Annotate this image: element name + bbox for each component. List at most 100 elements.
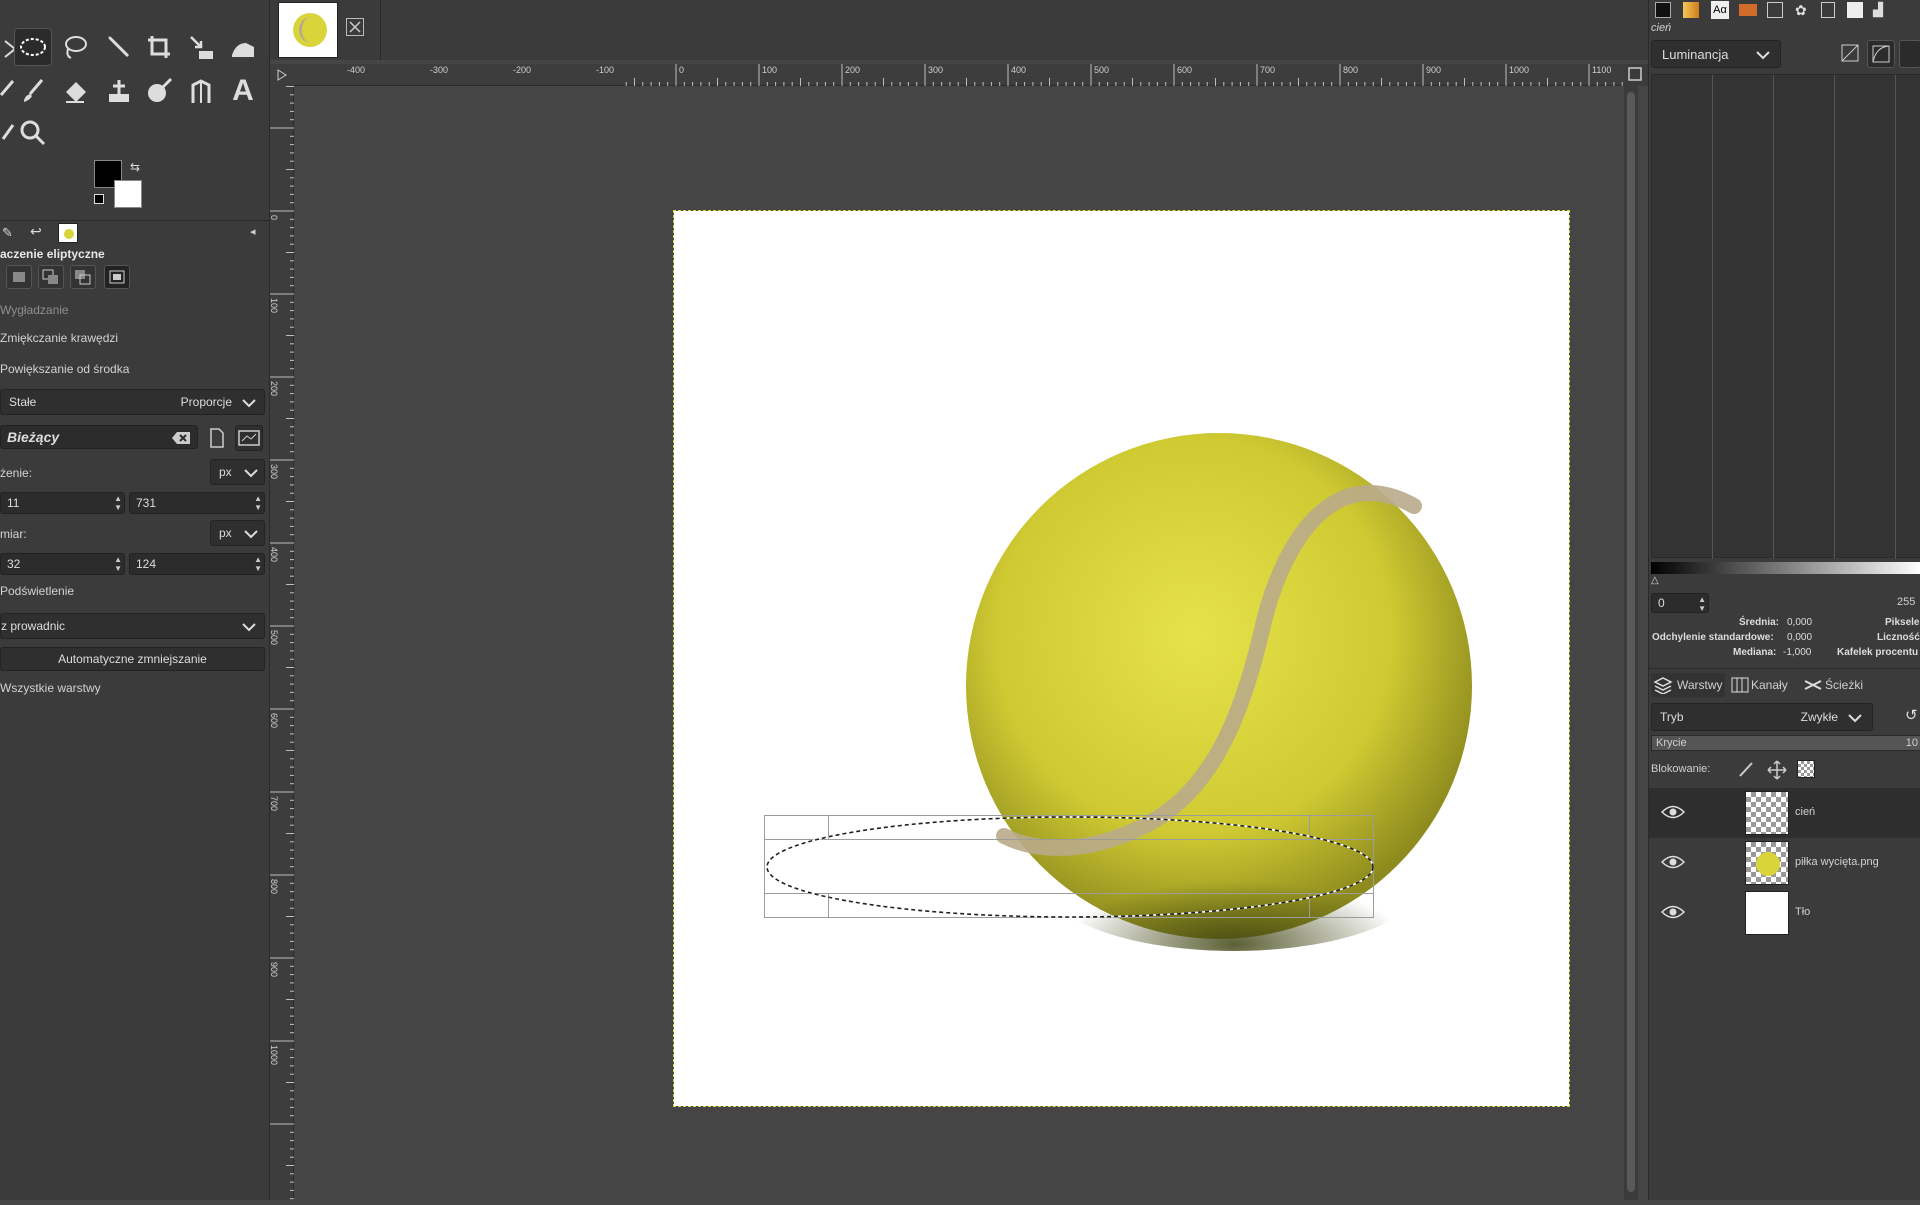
expand-center-checkbox-label[interactable]: Powiększanie od środka <box>0 362 129 376</box>
levels-tab-icon[interactable]: ▟ <box>1873 2 1889 18</box>
opacity-value: 10 <box>1905 737 1918 749</box>
visibility-eye-icon[interactable] <box>1661 803 1685 821</box>
zoom-toggle-icon[interactable] <box>1624 64 1648 86</box>
path-icon[interactable] <box>182 72 220 110</box>
new-preset-icon[interactable] <box>207 427 227 449</box>
lock-pixels-icon[interactable] <box>1737 760 1755 778</box>
antialias-checkbox-label[interactable]: Wygładzanie <box>0 303 69 317</box>
feather-checkbox-label[interactable]: Zmiękczanie krawędzi <box>0 331 118 345</box>
mode-subtract-button[interactable] <box>70 265 96 289</box>
fixed-ratio-dropdown[interactable]: Stałe Proporcje <box>0 389 265 415</box>
all-layers-checkbox-label[interactable]: Wszystkie warstwy <box>0 681 101 695</box>
text-icon[interactable]: A <box>224 72 262 110</box>
mode-reset-icon[interactable]: ↺ <box>1905 706 1918 724</box>
swap-colors-icon[interactable]: ⇆ <box>130 160 140 174</box>
layer-row[interactable]: piłka wycięta.png <box>1649 838 1920 888</box>
ruler-h-label: 400 <box>1011 65 1026 75</box>
highlight-checkbox-label[interactable]: Podświetlenie <box>0 584 74 598</box>
tennis-ball-image <box>966 433 1472 951</box>
layer-row[interactable]: Tło <box>1649 888 1920 938</box>
log-scale-icon[interactable] <box>1867 40 1895 68</box>
lasso-icon[interactable] <box>56 28 94 66</box>
dodge-burn-icon[interactable] <box>140 72 178 110</box>
fuzzy-select-icon[interactable] <box>100 28 138 66</box>
brushes-tab-icon[interactable]: ✿ <box>1795 2 1811 18</box>
mode-add-button[interactable] <box>38 265 64 289</box>
zoom-icon[interactable] <box>14 114 52 152</box>
layer-row[interactable]: cień <box>1649 788 1920 838</box>
undo-history-icon[interactable]: ↩ <box>30 223 42 240</box>
clear-field-icon[interactable] <box>171 431 191 445</box>
mode-intersect-button[interactable] <box>104 265 130 289</box>
tab-layers[interactable]: Warstwy <box>1651 673 1725 697</box>
size-height-input[interactable]: 124 ▲ ▼ <box>129 553 265 575</box>
preset-menu-button[interactable] <box>235 425 263 451</box>
position-x-stepper[interactable]: ▲ ▼ <box>114 494 122 512</box>
range-max-value[interactable]: 255 <box>1897 596 1915 608</box>
linear-scale-icon[interactable] <box>1839 42 1863 66</box>
range-min-marker-icon[interactable]: △ <box>1651 575 1659 586</box>
size-height-stepper[interactable]: ▲ ▼ <box>254 555 262 573</box>
close-tab-icon[interactable] <box>346 18 364 36</box>
horizontal-ruler[interactable]: -400 -300 -200 -100 0 100 200 300 400 500 600 700 80… <box>294 64 1624 86</box>
ruler-h-label: 300 <box>928 65 943 75</box>
ruler-v-label: 300 <box>270 464 279 479</box>
position-x-input[interactable]: 11 ▲ ▼ <box>0 492 125 514</box>
mode-replace-button[interactable] <box>6 265 32 289</box>
size-unit-dropdown[interactable]: px <box>210 520 265 546</box>
histogram-view-icon[interactable] <box>1899 40 1920 68</box>
document-tab-icon[interactable] <box>1821 2 1835 18</box>
paintbrush-icon[interactable] <box>14 72 52 110</box>
bucket-fill-icon[interactable] <box>224 28 262 66</box>
images-tab-icon[interactable] <box>1767 2 1783 18</box>
tab-channels[interactable]: Kanały <box>1729 673 1799 697</box>
patterns-tab-icon[interactable] <box>1739 4 1757 16</box>
visibility-eye-icon[interactable] <box>1661 853 1685 871</box>
gradients-tab-icon[interactable] <box>1683 2 1699 18</box>
navigation-tab-icon[interactable] <box>1847 2 1863 18</box>
ruler-corner[interactable] <box>270 64 294 86</box>
ruler-h-label: -400 <box>347 65 365 75</box>
position-unit-dropdown[interactable]: px <box>210 459 265 485</box>
fonts-tab-icon[interactable]: Aα <box>1711 1 1729 19</box>
histogram-tab-icon[interactable] <box>1655 2 1671 18</box>
range-min-stepper[interactable]: ▲ ▼ <box>1698 595 1706 613</box>
background-color-swatch[interactable] <box>114 180 142 208</box>
layer-name: cień <box>1795 806 1816 818</box>
ruler-v-label: 900 <box>270 962 279 977</box>
lock-position-icon[interactable] <box>1767 760 1787 780</box>
position-y-input[interactable]: 731 ▲ ▼ <box>129 492 265 514</box>
default-colors-icon[interactable] <box>94 194 104 204</box>
layer-mode-dropdown[interactable]: Tryb Zwykłe <box>1651 703 1873 731</box>
selection-bounding-box[interactable] <box>764 815 1374 918</box>
vertical-scrollbar[interactable] <box>1624 86 1638 1200</box>
clone-icon[interactable] <box>100 72 138 110</box>
ellipse-select-icon[interactable] <box>14 28 52 66</box>
image-canvas[interactable] <box>673 210 1570 1107</box>
size-width-stepper[interactable]: ▲ ▼ <box>114 555 122 573</box>
transform-icon[interactable] <box>182 28 220 66</box>
opacity-slider[interactable]: Krycie 10 <box>1651 735 1920 751</box>
histogram-gradient-bar[interactable] <box>1651 562 1920 574</box>
scrollbar-thumb[interactable] <box>1627 92 1635 1192</box>
vertical-ruler[interactable]: 0 100 200 300 400 500 600 700 800 900 1000 <box>269 86 294 1200</box>
guides-dropdown[interactable]: z prowadnic <box>0 613 265 639</box>
visibility-eye-icon[interactable] <box>1661 903 1685 921</box>
image-thumb-icon[interactable] <box>58 223 78 243</box>
eraser-icon[interactable] <box>56 72 94 110</box>
auto-shrink-button[interactable]: Automatyczne zmniejszanie <box>0 647 265 671</box>
panel-menu-icon[interactable]: ◂ <box>250 225 256 238</box>
image-tab[interactable] <box>278 2 338 58</box>
current-ratio-field[interactable]: Bieżący <box>0 425 198 449</box>
range-min-input[interactable]: 0 ▲ ▼ <box>1651 593 1709 613</box>
channels-icon <box>1731 677 1749 693</box>
crop-icon[interactable] <box>140 28 178 66</box>
lock-alpha-icon[interactable] <box>1797 760 1817 780</box>
size-width-input[interactable]: 32 ▲ ▼ <box>0 553 125 575</box>
position-y-stepper[interactable]: ▲ ▼ <box>254 494 262 512</box>
histogram-channel-dropdown[interactable]: Luminancja <box>1651 40 1781 68</box>
histogram-graph[interactable] <box>1651 74 1920 559</box>
tab-paths[interactable]: Ścieżki <box>1801 673 1875 697</box>
tool-options-tab-icon[interactable]: ✎ <box>2 225 13 241</box>
tab-paths-label: Ścieżki <box>1825 678 1864 692</box>
